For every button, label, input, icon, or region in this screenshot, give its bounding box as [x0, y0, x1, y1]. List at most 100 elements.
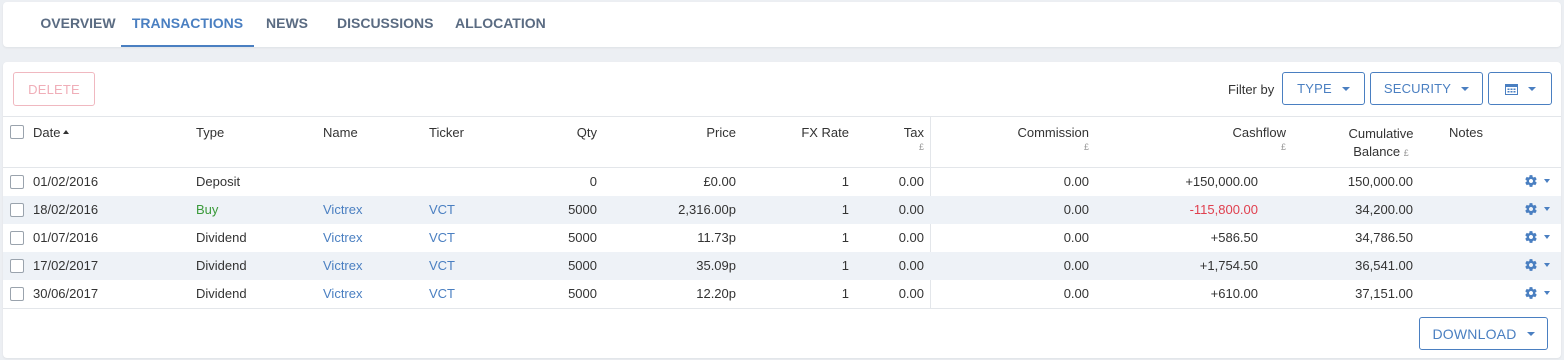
price-cell: 12.20p: [696, 286, 736, 301]
commission-cell: 0.00: [1063, 258, 1089, 273]
tab-transactions[interactable]: TRANSACTIONS: [121, 2, 254, 47]
tab-discussions[interactable]: DISCUSSIONS: [337, 2, 433, 47]
tab-bar: OVERVIEW TRANSACTIONS NEWS DISCUSSIONS A…: [3, 2, 1561, 47]
date-filter-dropdown[interactable]: [1488, 72, 1552, 105]
row-checkbox[interactable]: [10, 259, 24, 273]
name-link[interactable]: Victrex: [323, 224, 363, 252]
delete-button[interactable]: DELETE: [13, 72, 95, 106]
qty-cell: 0: [589, 174, 597, 189]
row-checkbox[interactable]: [10, 203, 24, 217]
date-cell: 30/06/2017: [33, 286, 99, 301]
qty-column-header: Qty: [576, 125, 597, 140]
tax-cell: 0.00: [898, 202, 924, 217]
row-actions-menu[interactable]: [1524, 286, 1550, 300]
row-actions-menu[interactable]: [1524, 258, 1550, 272]
sort-ascending-icon: [63, 130, 70, 134]
cumulative-balance-column-header: Cumulative Balance £: [1343, 125, 1419, 162]
commission-column-header: Commission £: [988, 125, 1089, 152]
type-cell: Dividend: [196, 230, 247, 245]
chevron-down-icon: [1544, 263, 1550, 267]
transactions-panel: DELETE Filter by TYPE SECURITY Date Type…: [3, 62, 1561, 358]
cumulative-balance-cell: 36,541.00: [1355, 258, 1413, 273]
gear-icon: [1525, 231, 1537, 243]
divider: [3, 116, 1561, 117]
download-button[interactable]: DOWNLOAD: [1419, 317, 1548, 350]
commission-cell: 0.00: [1063, 202, 1089, 217]
qty-cell: 5000: [568, 258, 597, 273]
notes-column-header: Notes: [1449, 125, 1483, 140]
type-filter-label: TYPE: [1297, 81, 1332, 96]
type-cell: Dividend: [196, 258, 247, 273]
gear-icon: [1525, 203, 1537, 215]
tab-news[interactable]: NEWS: [265, 2, 309, 47]
tax-column-header: Tax £: [823, 125, 924, 152]
security-filter-dropdown[interactable]: SECURITY: [1370, 72, 1483, 105]
price-cell: 35.09p: [696, 258, 736, 273]
row-checkbox[interactable]: [10, 287, 24, 301]
chevron-down-icon: [1526, 331, 1535, 336]
type-cell: Deposit: [196, 174, 241, 189]
table-row: 18/02/2016 Buy Victrex VCT 5000 2,316.00…: [3, 196, 1561, 224]
cumulative-balance-cell: 150,000.00: [1347, 174, 1413, 189]
cashflow-cell: +150,000.00: [1185, 174, 1258, 189]
date-cell: 01/07/2016: [33, 230, 99, 245]
type-filter-dropdown[interactable]: TYPE: [1282, 72, 1365, 105]
row-actions-menu[interactable]: [1524, 202, 1550, 216]
price-column-header: Price: [706, 125, 736, 140]
calendar-icon: [1504, 83, 1518, 95]
download-button-label: DOWNLOAD: [1432, 325, 1517, 342]
cumulative-balance-cell: 37,151.00: [1355, 286, 1413, 301]
name-link[interactable]: Victrex: [323, 280, 363, 308]
tab-overview[interactable]: OVERVIEW: [21, 2, 135, 47]
commission-cell: 0.00: [1063, 230, 1089, 245]
date-header-label: Date: [33, 125, 61, 140]
chevron-down-icon: [1461, 86, 1470, 91]
ticker-link[interactable]: VCT: [429, 224, 455, 252]
commission-cell: 0.00: [1063, 286, 1089, 301]
tax-cell: 0.00: [898, 258, 924, 273]
row-checkbox[interactable]: [10, 231, 24, 245]
gear-icon: [1525, 259, 1537, 271]
name-column-header: Name: [323, 125, 358, 140]
table-row: 30/06/2017 Dividend Victrex VCT 5000 12.…: [3, 280, 1561, 308]
qty-cell: 5000: [568, 202, 597, 217]
gear-icon: [1525, 287, 1537, 299]
gear-icon: [1525, 175, 1537, 187]
date-cell: 01/02/2016: [33, 174, 99, 189]
row-actions-menu[interactable]: [1524, 174, 1550, 188]
security-filter-label: SECURITY: [1383, 81, 1452, 96]
table-row: 01/07/2016 Dividend Victrex VCT 5000 11.…: [3, 224, 1561, 252]
chevron-down-icon: [1341, 86, 1350, 91]
ticker-link[interactable]: VCT: [429, 252, 455, 280]
table-row: 01/02/2016 Deposit 0 £0.00 1 0.00 0.00 +…: [3, 168, 1561, 196]
type-cell: Buy: [196, 202, 219, 217]
commission-header-label: Commission: [1017, 125, 1089, 140]
tax-cell: 0.00: [898, 286, 924, 301]
price-cell: £0.00: [703, 174, 736, 189]
tax-header-label: Tax: [903, 125, 924, 140]
divider: [3, 308, 1561, 309]
type-column-header: Type: [196, 125, 225, 140]
date-column-header[interactable]: Date: [33, 125, 70, 140]
table-row: 17/02/2017 Dividend Victrex VCT 5000 35.…: [3, 252, 1561, 280]
ticker-link[interactable]: VCT: [429, 280, 455, 308]
name-link[interactable]: Victrex: [323, 196, 363, 224]
tab-allocation[interactable]: ALLOCATION: [455, 2, 546, 47]
ticker-link[interactable]: VCT: [429, 196, 455, 224]
filter-label: Filter by: [1228, 82, 1275, 97]
cashflow-header-label: Cashflow: [1232, 125, 1286, 140]
row-checkbox[interactable]: [10, 175, 24, 189]
row-actions-menu[interactable]: [1524, 230, 1550, 244]
chevron-down-icon: [1544, 291, 1550, 295]
cashflow-column-header: Cashflow £: [1158, 125, 1286, 152]
select-all-checkbox[interactable]: [10, 125, 24, 139]
name-link[interactable]: Victrex: [323, 252, 363, 280]
ticker-column-header: Ticker: [429, 125, 464, 140]
qty-cell: 5000: [568, 286, 597, 301]
cumulative-balance-cell: 34,786.50: [1355, 230, 1413, 245]
cashflow-cell: +610.00: [1210, 286, 1258, 301]
chevron-down-icon: [1544, 207, 1550, 211]
cashflow-cell: +1,754.50: [1199, 258, 1258, 273]
cashflow-cell: +586.50: [1210, 230, 1258, 245]
commission-cell: 0.00: [1063, 174, 1089, 189]
